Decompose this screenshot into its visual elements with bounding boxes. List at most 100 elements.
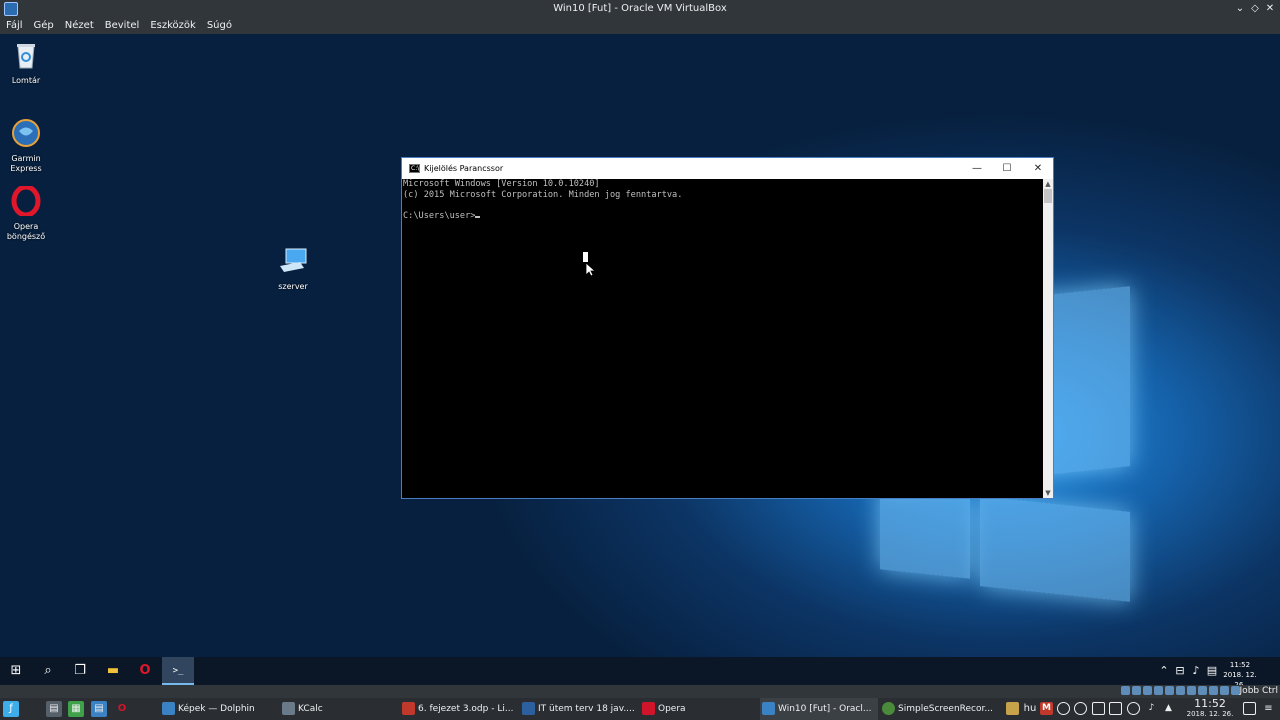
opera-launcher-icon[interactable]: O: [114, 701, 130, 717]
cmd-scrollbar[interactable]: ▲ ▼: [1043, 179, 1053, 498]
host-key-label: Jobb Ctrl: [1239, 686, 1278, 696]
keyboard-layout-indicator[interactable]: hu: [1022, 702, 1038, 715]
expand-tray-icon[interactable]: ▲: [1162, 702, 1175, 715]
optical-drive-icon[interactable]: [1132, 686, 1141, 695]
cmd-maximize-button[interactable]: ☐: [992, 160, 1022, 177]
cmd-icon: C:\: [409, 164, 420, 173]
task-opera[interactable]: Opera: [640, 698, 755, 720]
virtualbox-device-icons: [1121, 686, 1240, 695]
scroll-thumb[interactable]: [1044, 189, 1052, 203]
network-icon[interactable]: ⊟: [1173, 657, 1187, 685]
video-capture-icon[interactable]: [1198, 686, 1207, 695]
task-label: IT ütem terv 18 jav....: [538, 704, 635, 714]
usb-icon[interactable]: [1165, 686, 1174, 695]
task-it-plan[interactable]: IT ütem terv 18 jav....: [520, 698, 635, 720]
console-output[interactable]: Microsoft Windows [Version 10.0.10240] (c…: [403, 179, 1042, 498]
cmd-close-button[interactable]: ✕: [1023, 160, 1053, 177]
guest-clock-time: 11:52: [1229, 661, 1251, 669]
garmin-express-icon: [12, 119, 40, 147]
opera-icon: [642, 702, 655, 715]
cmd-titlebar[interactable]: C:\ Kijelölés Parancssor — ☐ ✕: [402, 158, 1053, 179]
cmd-minimize-button[interactable]: —: [962, 160, 992, 177]
desktop-icon-label: Lomtár: [11, 76, 41, 85]
desktop-icon-label: Opera böngésző: [6, 222, 46, 241]
hard-disk-icon[interactable]: [1121, 686, 1130, 695]
kde-menu-icon[interactable]: ƒ: [3, 701, 19, 717]
desktop-icon-garmin[interactable]: Garmin Express: [0, 108, 54, 184]
task-label: KCalc: [298, 704, 323, 714]
command-prompt-taskbar-button[interactable]: >_: [162, 657, 194, 685]
show-desktop-icon[interactable]: [1243, 702, 1256, 715]
screen: Win10 [Fut] - Oracle VM VirtualBox ⌄ ◇ ✕…: [0, 0, 1280, 720]
text-editor-launcher-icon[interactable]: ▤: [91, 701, 107, 717]
package-updates-icon[interactable]: [1006, 702, 1019, 715]
menu-file[interactable]: Fájl: [0, 18, 28, 34]
console-line: Microsoft Windows [Version 10.0.10240]: [403, 179, 600, 189]
task-label: 6. fejezet 3.odp - Li...: [418, 704, 514, 714]
host-clock-time[interactable]: 11:52: [1180, 698, 1240, 710]
spreadsheet-launcher-icon[interactable]: ▦: [68, 701, 84, 717]
desktop-icon-szerver[interactable]: szerver: [265, 246, 321, 292]
scroll-down-icon[interactable]: ▼: [1043, 488, 1053, 498]
calculator-icon: [282, 702, 295, 715]
notifications-icon[interactable]: ▤: [1205, 657, 1219, 685]
presentation-icon: [402, 702, 415, 715]
volume-icon[interactable]: ♪: [1145, 702, 1158, 715]
kde-connect-icon[interactable]: [1074, 702, 1087, 715]
show-hidden-icons-icon[interactable]: ⌃: [1157, 657, 1171, 685]
display-icon[interactable]: [1187, 686, 1196, 695]
menu-help[interactable]: Súgó: [201, 18, 237, 34]
opera-icon: [11, 184, 41, 218]
clipboard-icon[interactable]: [1057, 702, 1070, 715]
search-button[interactable]: ⌕: [32, 657, 64, 685]
virtualbox-icon: [762, 702, 775, 715]
desktop-icon-recycle-bin[interactable]: Lomtár: [0, 40, 54, 86]
file-explorer-button[interactable]: ▬: [97, 657, 129, 685]
opera-taskbar-button[interactable]: O: [129, 657, 161, 685]
mouse-integration-icon[interactable]: [1220, 686, 1229, 695]
task-virtualbox[interactable]: Win10 [Fut] - Oracl...: [760, 698, 878, 720]
audio-icon[interactable]: [1143, 686, 1152, 695]
network-adapter-icon[interactable]: [1154, 686, 1163, 695]
minimize-button[interactable]: ⌄: [1234, 2, 1246, 16]
cpu-icon[interactable]: [1209, 686, 1218, 695]
document-icon: [522, 702, 535, 715]
volume-icon[interactable]: ♪: [1189, 657, 1203, 685]
panel-options-icon[interactable]: ≡: [1262, 702, 1275, 715]
console-line: (c) 2015 Microsoft Corporation. Minden j…: [403, 189, 683, 200]
task-view-button[interactable]: ❐: [64, 657, 96, 685]
task-screen-recorder[interactable]: SimpleScreenRecor...: [880, 698, 998, 720]
start-button[interactable]: ⊞: [0, 657, 32, 685]
command-prompt-window[interactable]: C:\ Kijelölés Parancssor — ☐ ✕ Microsoft…: [401, 157, 1054, 499]
restore-button[interactable]: ◇: [1249, 2, 1261, 16]
host-clock-date: 2018. 12. 26.: [1186, 710, 1234, 718]
host-panel: ƒ ▤ ▦ ▤ O Képek — Dolphin KCalc 6. fejez…: [0, 698, 1280, 720]
menu-input[interactable]: Bevitel: [99, 18, 145, 34]
console-prompt: C:\Users\user>: [403, 210, 476, 221]
menu-view[interactable]: Nézet: [59, 18, 99, 34]
task-impress[interactable]: 6. fejezet 3.odp - Li...: [400, 698, 515, 720]
shared-folders-icon[interactable]: [1176, 686, 1185, 695]
host-titlebar[interactable]: Win10 [Fut] - Oracle VM VirtualBox ⌄ ◇ ✕: [0, 0, 1280, 18]
screen-recorder-icon: [882, 702, 895, 715]
mail-icon[interactable]: M: [1040, 702, 1053, 715]
text-cursor: [475, 215, 481, 218]
notes-icon[interactable]: [1092, 702, 1105, 715]
recycle-bin-icon: [17, 44, 35, 69]
task-kcalc[interactable]: KCalc: [280, 698, 395, 720]
desktop-icon-opera[interactable]: Opera böngésző: [0, 176, 54, 252]
close-button[interactable]: ✕: [1264, 2, 1276, 16]
task-label: SimpleScreenRecor...: [898, 704, 993, 714]
scroll-up-icon[interactable]: ▲: [1043, 179, 1053, 189]
network-icon[interactable]: [1127, 702, 1140, 715]
desktop-icon-label: szerver: [278, 282, 308, 291]
desktop-icon-label: Garmin Express: [10, 154, 42, 173]
menu-devices[interactable]: Eszközök: [144, 18, 201, 34]
task-dolphin[interactable]: Képek — Dolphin: [160, 698, 275, 720]
menu-machine[interactable]: Gép: [28, 18, 59, 34]
devices-icon[interactable]: [1109, 702, 1122, 715]
virtualbox-status-bar: Jobb Ctrl: [0, 685, 1280, 698]
folder-icon: [162, 702, 175, 715]
file-manager-launcher-icon[interactable]: ▤: [46, 701, 62, 717]
